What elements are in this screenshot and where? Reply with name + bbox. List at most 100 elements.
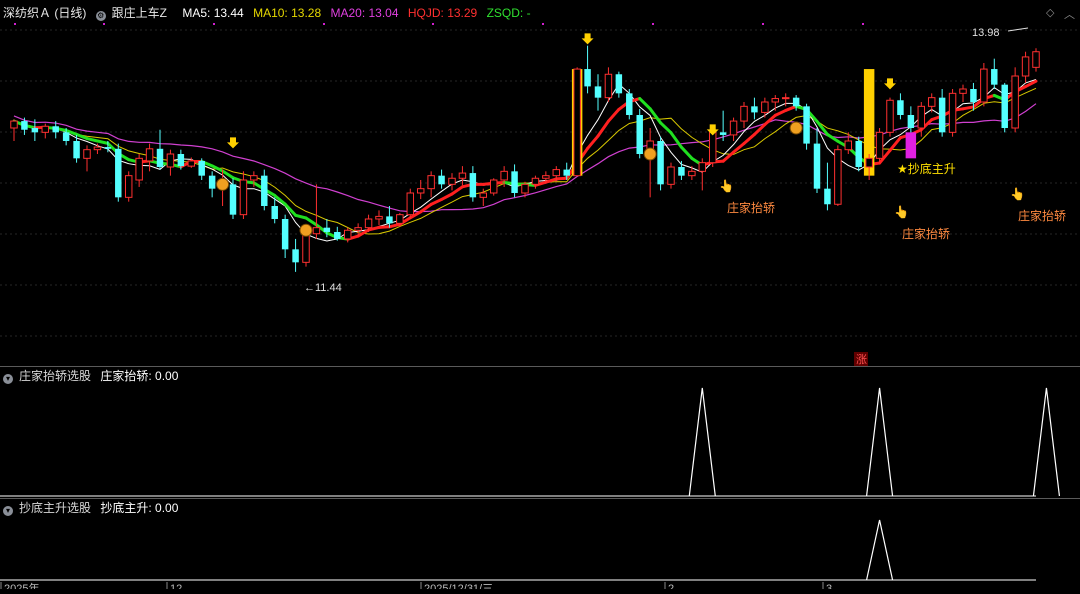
candle-body: [657, 141, 663, 184]
hqjd-segment: [608, 109, 618, 121]
down-arrow-icon: [227, 137, 239, 148]
marker-dot: [213, 23, 215, 25]
hqjd-segment: [681, 147, 691, 158]
hqjd-segment: [77, 134, 87, 138]
candle-body: [459, 173, 465, 178]
candle-body: [876, 132, 882, 158]
hqjd-segment: [556, 178, 566, 179]
date-tick-label: 2025/12/31/三: [424, 583, 493, 589]
candle-body: [251, 176, 257, 180]
marker-dot: [432, 23, 434, 25]
candle-body: [365, 219, 371, 228]
zhuang-signal-spike: [867, 388, 893, 496]
candle-body: [407, 193, 413, 215]
candle-body: [949, 93, 955, 132]
hqjd-segment: [661, 123, 671, 133]
chevron-down-icon[interactable]: ▾: [3, 506, 13, 516]
panel1-value: 庄家抬轿: 0.00: [100, 369, 178, 383]
candle-body: [616, 74, 622, 93]
high-price-label: 13.98: [972, 27, 1000, 39]
candle-body: [355, 228, 361, 231]
candle-body: [991, 69, 997, 85]
hand-icon: 👆: [1010, 187, 1025, 201]
hand-icon: 👆: [894, 205, 909, 219]
chao-di-zhu-sheng-label: ★抄底主升: [897, 161, 956, 176]
candle-body: [574, 69, 580, 176]
candle-body: [981, 69, 987, 102]
candle-body: [417, 189, 423, 193]
candle-body: [897, 100, 903, 115]
candle-body: [511, 171, 517, 193]
badge-icon: [217, 178, 229, 190]
candle-body: [271, 206, 277, 219]
candle-body: [636, 115, 642, 154]
candle-body: [563, 170, 569, 176]
candle-body: [146, 149, 152, 161]
zsqd-value: ZSQD: -: [487, 6, 531, 20]
zhuang-tai-jiao-label: 庄家抬轿: [902, 226, 950, 241]
panel2-header: ▾抄底主升选股 抄底主升: 0.00: [3, 498, 184, 518]
marker-dot: [14, 23, 16, 25]
candle-body: [595, 86, 601, 97]
badge-icon: [644, 148, 656, 160]
candle-body: [939, 98, 945, 133]
candle-body: [63, 132, 69, 141]
candle-body: [918, 106, 924, 128]
settings-icon[interactable]: ⚙: [96, 11, 106, 21]
candle-body: [32, 128, 38, 132]
candle-body: [782, 98, 788, 99]
date-tick-label: 12: [170, 583, 182, 589]
candle-body: [824, 189, 830, 205]
candle-body: [376, 216, 382, 219]
candle-body: [115, 149, 121, 198]
candle-body: [470, 173, 476, 197]
panel1-header: ▾庄家抬轿选股 庄家抬轿: 0.00: [3, 366, 184, 386]
candle-body: [386, 216, 392, 223]
candle-body: [303, 234, 309, 263]
down-arrow-icon: [884, 78, 896, 89]
hqjd-segment: [744, 134, 754, 143]
chevron-down-icon[interactable]: ▾: [3, 374, 13, 384]
hqjd-value: HQJD: 13.29: [408, 6, 477, 20]
candle-body: [292, 249, 298, 262]
hqjd-segment: [97, 141, 107, 143]
down-arrow-icon: [707, 124, 719, 135]
candle-body: [543, 176, 549, 179]
candle-body: [532, 178, 538, 184]
candle-body: [626, 93, 632, 115]
hqjd-segment: [431, 199, 441, 204]
hqjd-segment: [963, 107, 973, 109]
caret-up-icon[interactable]: ︿: [1064, 6, 1075, 22]
candle-body: [428, 176, 434, 189]
candle-body: [501, 171, 507, 180]
chaodi-signal-spike: [867, 520, 893, 580]
candle-body: [720, 132, 726, 135]
hqjd-segment: [379, 227, 389, 228]
hqjd-segment: [588, 136, 598, 148]
hqjd-segment: [640, 99, 650, 109]
candle-body: [793, 98, 799, 107]
hqjd-segment: [452, 187, 462, 194]
candle-body: [928, 98, 934, 107]
candle-body: [188, 161, 194, 166]
hqjd-segment: [87, 139, 97, 141]
indicator-name[interactable]: ⚙跟庄上车Z: [96, 6, 173, 20]
candle-body: [438, 176, 444, 185]
candle-body: [1012, 76, 1018, 128]
candle-body: [553, 170, 559, 176]
zhuang-tai-jiao-label: 庄家抬轿: [727, 200, 775, 215]
panel2-value: 抄底主升: 0.00: [100, 501, 178, 515]
candle-body: [960, 89, 966, 93]
hqjd-segment: [306, 218, 316, 225]
candle-body: [73, 141, 79, 158]
candle-body: [1022, 57, 1028, 76]
candle-body: [772, 99, 778, 102]
candle-body: [397, 215, 403, 224]
candle-body: [845, 141, 851, 150]
candle-body: [887, 100, 893, 132]
hqjd-segment: [598, 121, 608, 136]
candle-body: [334, 232, 340, 239]
marker-dot: [652, 23, 654, 25]
ma10-value: MA10: 13.28: [253, 6, 321, 20]
diamond-icon[interactable]: ◇: [1046, 6, 1054, 19]
